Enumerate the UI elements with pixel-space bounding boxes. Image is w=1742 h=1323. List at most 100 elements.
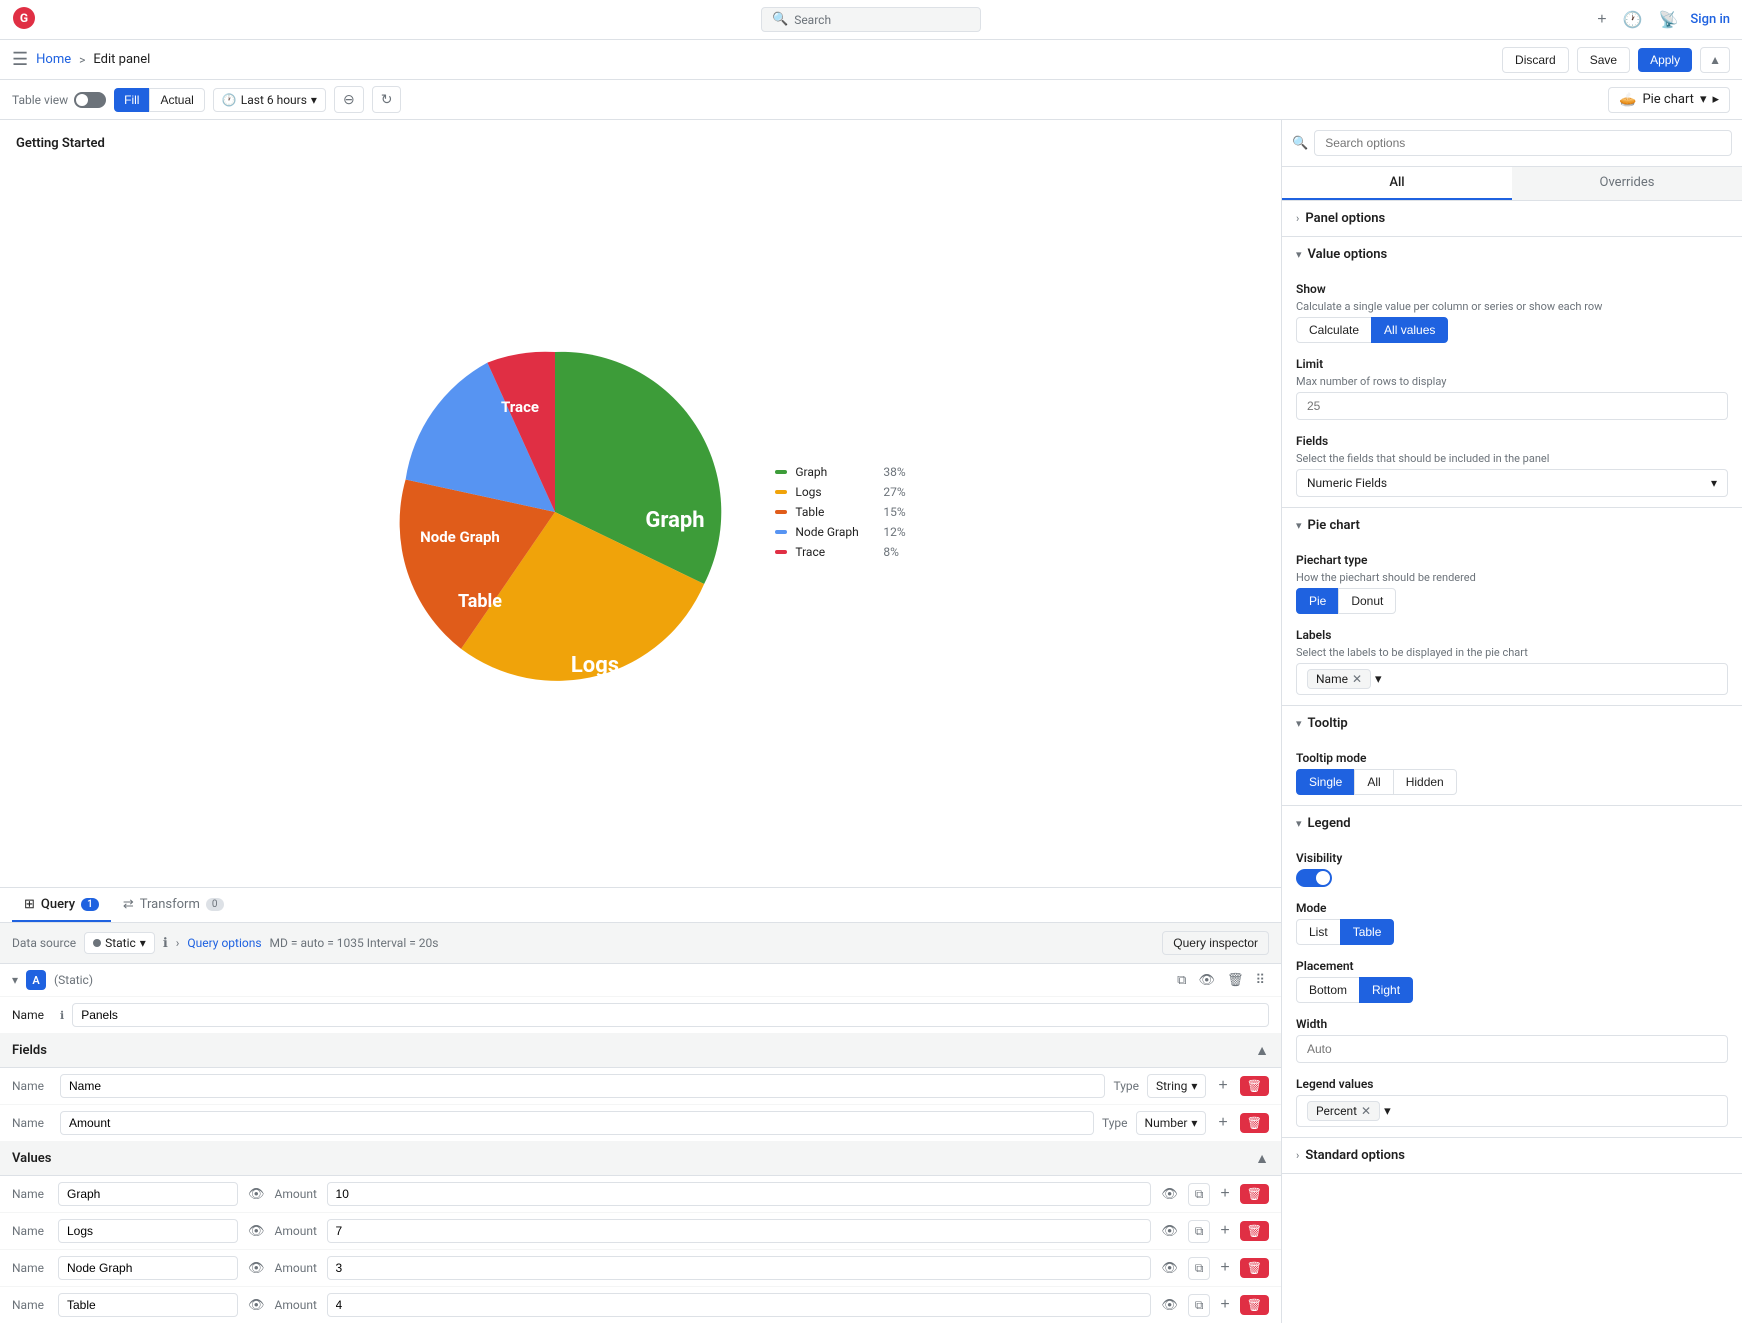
rp-tab-overrides[interactable]: Overrides <box>1512 167 1742 200</box>
sign-in-link[interactable]: Sign in <box>1690 12 1730 27</box>
single-tooltip-button[interactable]: Single <box>1296 769 1355 795</box>
value-delete-logs[interactable]: 🗑 <box>1240 1221 1269 1241</box>
search-bar[interactable]: 🔍 Search <box>761 7 981 32</box>
right-placement-button[interactable]: Right <box>1359 977 1413 1003</box>
value-add-graph[interactable]: + <box>1216 1183 1233 1205</box>
pie-type-button[interactable]: Pie <box>1296 588 1339 614</box>
query-inspector-button[interactable]: Query inspector <box>1162 931 1269 955</box>
query-a-copy-icon[interactable]: ⧉ <box>1173 970 1190 990</box>
plus-button[interactable]: + <box>1593 7 1610 33</box>
datasource-label: Data source <box>12 936 76 950</box>
donut-type-button[interactable]: Donut <box>1338 588 1396 614</box>
fields-toggle[interactable]: ▲ <box>1255 1042 1269 1059</box>
add-field-button-1[interactable]: + <box>1214 1112 1231 1134</box>
table-view-switch[interactable] <box>74 92 106 108</box>
value-add-nodegraph[interactable]: + <box>1216 1257 1233 1279</box>
value-name-input-logs[interactable] <box>58 1219 238 1243</box>
visibility-toggle[interactable] <box>1296 869 1332 887</box>
clock-icon[interactable]: 🕐 <box>1619 6 1647 34</box>
top-nav: G 🔍 Search + 🕐 📡 Sign in <box>0 0 1742 40</box>
actual-button[interactable]: Actual <box>149 88 204 112</box>
value-amount-input-table[interactable] <box>327 1293 1152 1317</box>
value-amount-eye-nodegraph[interactable]: 👁 <box>1157 1258 1182 1278</box>
value-eye-button-graph[interactable]: 👁 <box>244 1184 269 1204</box>
field-input-amount[interactable] <box>60 1111 1094 1135</box>
value-delete-nodegraph[interactable]: 🗑 <box>1240 1258 1269 1278</box>
value-copy-nodegraph[interactable]: ⧉ <box>1188 1257 1211 1280</box>
bottom-placement-button[interactable]: Bottom <box>1296 977 1360 1003</box>
tab-transform[interactable]: ⇄ Transform 0 <box>111 889 236 922</box>
value-copy-graph[interactable]: ⧉ <box>1188 1183 1211 1206</box>
value-options-header[interactable]: ▾ Value options <box>1282 237 1742 272</box>
value-amount-eye-logs[interactable]: 👁 <box>1157 1221 1182 1241</box>
tooltip-mode-label: Tooltip mode <box>1296 751 1728 765</box>
time-range-picker[interactable]: 🕐 Last 6 hours ▾ <box>213 88 326 112</box>
tab-query[interactable]: ⊞ Query 1 <box>12 889 111 922</box>
delete-field-button-0[interactable]: 🗑 <box>1240 1076 1269 1096</box>
value-delete-table[interactable]: 🗑 <box>1240 1295 1269 1315</box>
hamburger-icon[interactable]: ☰ <box>12 49 28 70</box>
save-button[interactable]: Save <box>1577 47 1630 73</box>
value-amount-eye-table[interactable]: 👁 <box>1157 1295 1182 1315</box>
collapse-button[interactable]: ▲ <box>1700 47 1730 73</box>
table-view-toggle[interactable]: Table view <box>12 92 106 108</box>
legend-value-tag-remove[interactable]: ✕ <box>1361 1104 1371 1118</box>
query-a-eye-icon[interactable]: 👁 <box>1194 970 1219 990</box>
value-amount-eye-graph[interactable]: 👁 <box>1157 1184 1182 1204</box>
value-eye-button-table[interactable]: 👁 <box>244 1295 269 1315</box>
value-add-logs[interactable]: + <box>1216 1220 1233 1242</box>
all-values-button[interactable]: All values <box>1371 317 1448 343</box>
rp-tab-all[interactable]: All <box>1282 167 1512 200</box>
values-toggle[interactable]: ▲ <box>1255 1150 1269 1167</box>
zoom-out-button[interactable]: ⊖ <box>334 86 364 113</box>
type-select-string[interactable]: String ▾ <box>1147 1074 1206 1098</box>
legend-header[interactable]: ▾ Legend <box>1282 806 1742 841</box>
legend-values-select[interactable]: Percent ✕ ▾ <box>1296 1095 1728 1127</box>
value-row-graph: Name 👁 Amount 👁 ⧉ + 🗑 <box>0 1176 1281 1213</box>
query-a-delete-icon[interactable]: 🗑 <box>1223 970 1248 990</box>
value-eye-button-logs[interactable]: 👁 <box>244 1221 269 1241</box>
value-amount-input-logs[interactable] <box>327 1219 1152 1243</box>
list-mode-button[interactable]: List <box>1296 919 1341 945</box>
add-field-button-0[interactable]: + <box>1214 1075 1231 1097</box>
delete-field-button-1[interactable]: 🗑 <box>1240 1113 1269 1133</box>
value-amount-input-nodegraph[interactable] <box>327 1256 1152 1280</box>
panel-options-header[interactable]: › Panel options <box>1282 201 1742 236</box>
name-field-input[interactable] <box>72 1003 1269 1027</box>
fill-button[interactable]: Fill <box>114 88 149 112</box>
label-tag-remove[interactable]: ✕ <box>1352 672 1362 686</box>
piechart-header[interactable]: ▾ Pie chart <box>1282 508 1742 543</box>
table-mode-button[interactable]: Table <box>1340 919 1395 945</box>
type-select-number[interactable]: Number ▾ <box>1136 1111 1207 1135</box>
value-copy-table[interactable]: ⧉ <box>1188 1294 1211 1317</box>
value-delete-graph[interactable]: 🗑 <box>1240 1184 1269 1204</box>
refresh-button[interactable]: ↻ <box>372 86 402 113</box>
bell-icon[interactable]: 📡 <box>1655 6 1683 34</box>
breadcrumb-home[interactable]: Home <box>36 52 71 67</box>
field-input-name[interactable] <box>60 1074 1105 1098</box>
tooltip-header[interactable]: ▾ Tooltip <box>1282 706 1742 741</box>
value-name-input-nodegraph[interactable] <box>58 1256 238 1280</box>
value-add-table[interactable]: + <box>1216 1294 1233 1316</box>
value-name-input-table[interactable] <box>58 1293 238 1317</box>
datasource-selector[interactable]: Static ▾ <box>84 932 155 954</box>
standard-options-header[interactable]: › Standard options <box>1282 1138 1742 1173</box>
query-a-drag-icon[interactable]: ⠿ <box>1251 970 1269 990</box>
hidden-tooltip-button[interactable]: Hidden <box>1393 769 1457 795</box>
value-amount-input-graph[interactable] <box>327 1182 1152 1206</box>
width-input[interactable] <box>1296 1035 1728 1063</box>
all-tooltip-button[interactable]: All <box>1354 769 1393 795</box>
discard-button[interactable]: Discard <box>1502 47 1569 73</box>
calculate-button[interactable]: Calculate <box>1296 317 1372 343</box>
fields-select[interactable]: Numeric Fields ▾ <box>1296 469 1728 497</box>
value-copy-logs[interactable]: ⧉ <box>1188 1220 1211 1243</box>
query-options-link[interactable]: Query options <box>187 936 261 950</box>
apply-button[interactable]: Apply <box>1638 48 1692 72</box>
rp-search-input[interactable] <box>1314 130 1732 156</box>
viz-selector[interactable]: 🥧 Pie chart ▾ ▸ <box>1608 87 1730 113</box>
value-name-input-graph[interactable] <box>58 1182 238 1206</box>
limit-input[interactable] <box>1296 392 1728 420</box>
labels-select[interactable]: Name ✕ ▾ <box>1296 663 1728 695</box>
value-eye-button-nodegraph[interactable]: 👁 <box>244 1258 269 1278</box>
query-a-toggle[interactable]: ▾ <box>12 973 18 987</box>
